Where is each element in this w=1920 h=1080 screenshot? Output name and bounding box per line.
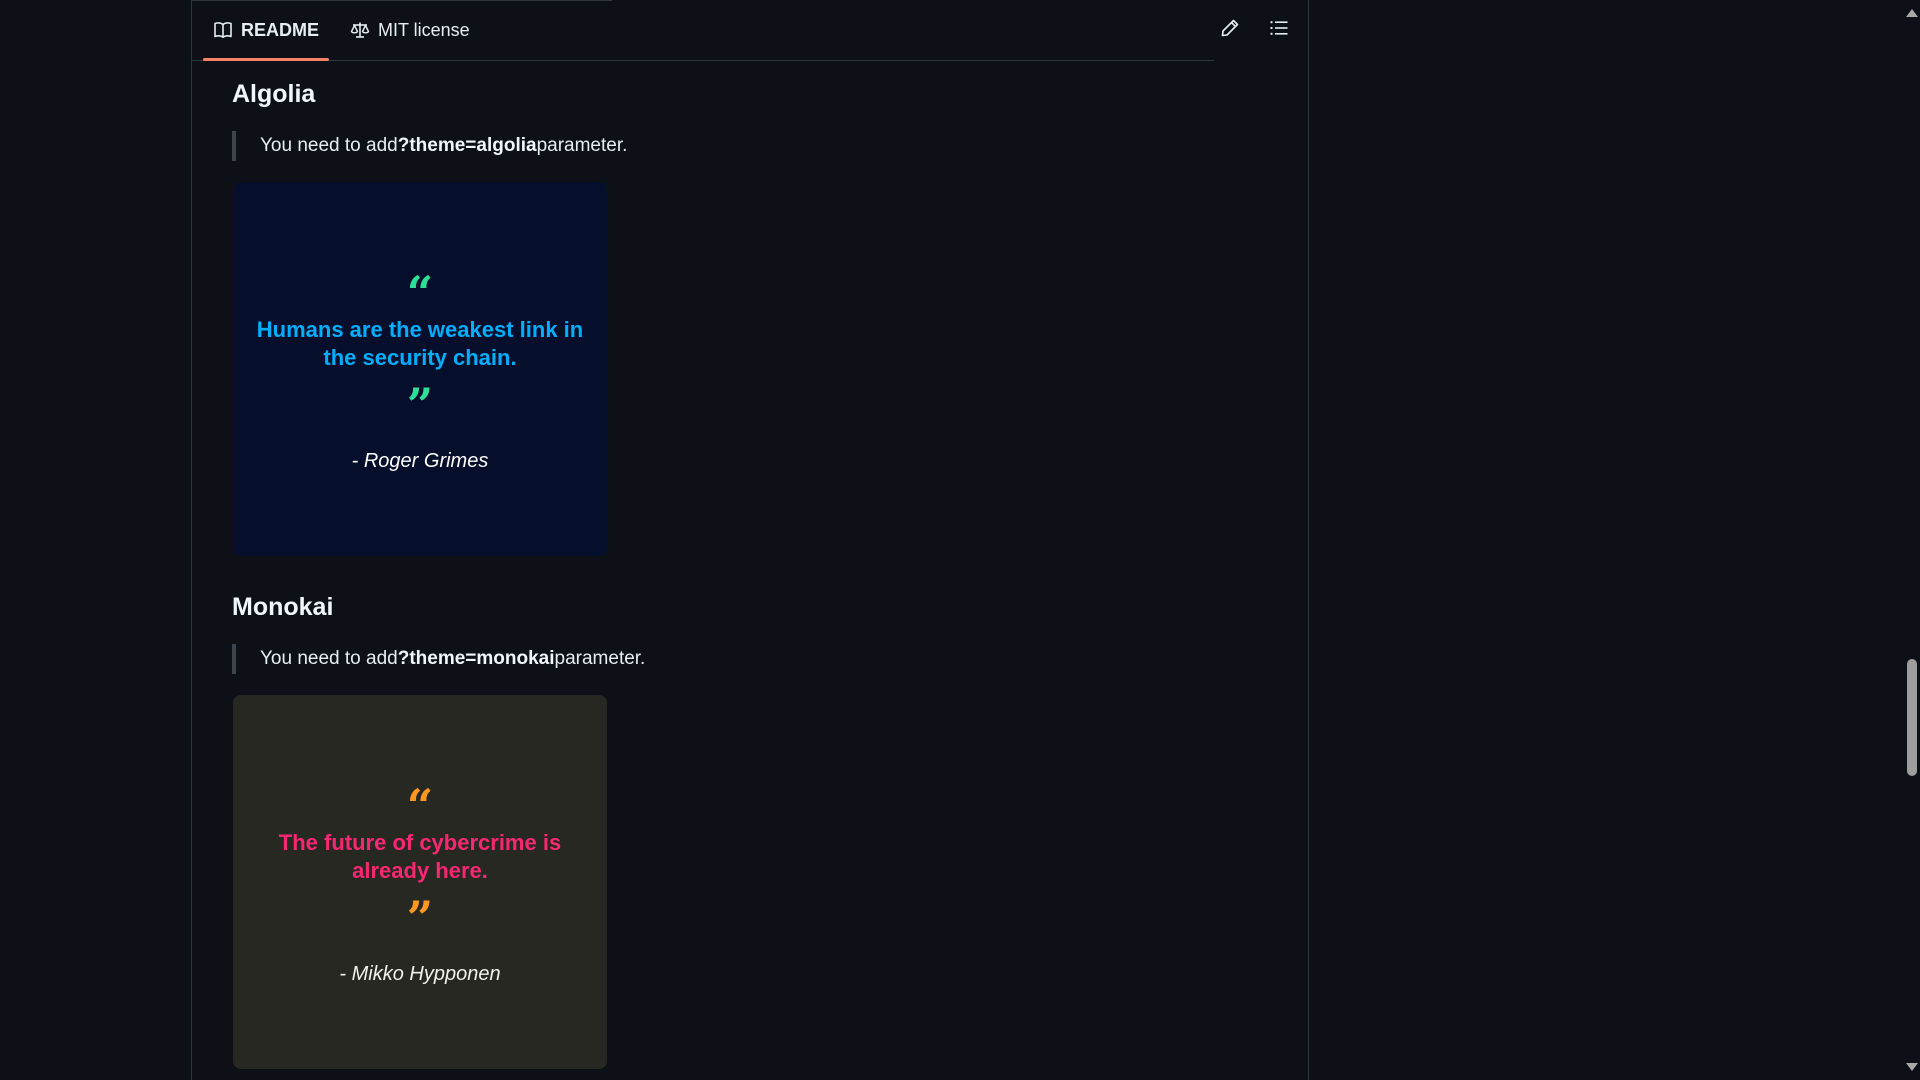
page-scrollbar[interactable] bbox=[1903, 0, 1920, 1080]
note-suffix: parameter. bbox=[554, 648, 646, 669]
open-quote-mark: “ bbox=[406, 778, 434, 821]
tab-license[interactable]: MIT license bbox=[340, 0, 480, 60]
blockquote-algolia-note: You need to add ?theme=algolia parameter… bbox=[232, 131, 627, 161]
tab-readme-label: README bbox=[241, 19, 320, 40]
readme-tabbar: README MIT license bbox=[192, 0, 1308, 61]
book-icon bbox=[213, 21, 233, 39]
edit-file-button[interactable] bbox=[1214, 14, 1246, 46]
theme-parameter: ?theme=algolia bbox=[397, 135, 537, 156]
quote-text: The future of cybercrime is already here… bbox=[278, 829, 562, 883]
section-heading-algolia: Algolia bbox=[232, 80, 316, 108]
blockquote-monokai-note: You need to add ?theme=monokai parameter… bbox=[232, 644, 645, 674]
quote-card-algolia: “ Humans are the weakest link in the sec… bbox=[233, 182, 607, 556]
outline-button[interactable] bbox=[1263, 14, 1295, 46]
readme-panel: README MIT license Algolia You need to a… bbox=[191, 0, 1309, 1080]
tab-license-label: MIT license bbox=[378, 19, 470, 40]
quote-author: - Roger Grimes bbox=[351, 449, 489, 472]
close-quote-mark: ” bbox=[406, 890, 434, 933]
active-tab-underline bbox=[203, 58, 330, 61]
open-quote-mark: “ bbox=[406, 265, 434, 308]
quote-card-monokai: “ The future of cybercrime is already he… bbox=[233, 695, 607, 1069]
note-suffix: parameter. bbox=[536, 135, 628, 156]
law-icon bbox=[350, 21, 370, 39]
scrollbar-thumb[interactable] bbox=[1907, 659, 1917, 776]
scroll-up-arrow-icon[interactable] bbox=[1906, 9, 1918, 17]
list-unordered-icon bbox=[1269, 18, 1289, 43]
note-prefix: You need to add bbox=[260, 135, 398, 156]
tab-readme[interactable]: README bbox=[203, 0, 330, 61]
section-heading-monokai: Monokai bbox=[232, 593, 334, 621]
theme-parameter: ?theme=monokai bbox=[397, 648, 555, 669]
close-quote-mark: ” bbox=[406, 377, 434, 420]
note-prefix: You need to add bbox=[260, 648, 398, 669]
pencil-icon bbox=[1220, 18, 1240, 43]
tabbar-divider-gap bbox=[1214, 59, 1308, 61]
quote-text: Humans are the weakest link in the secur… bbox=[256, 316, 584, 370]
quote-author: - Mikko Hypponen bbox=[339, 962, 501, 985]
scroll-down-arrow-icon[interactable] bbox=[1906, 1063, 1918, 1071]
page: README MIT license Algolia You need to a… bbox=[0, 0, 1920, 1080]
